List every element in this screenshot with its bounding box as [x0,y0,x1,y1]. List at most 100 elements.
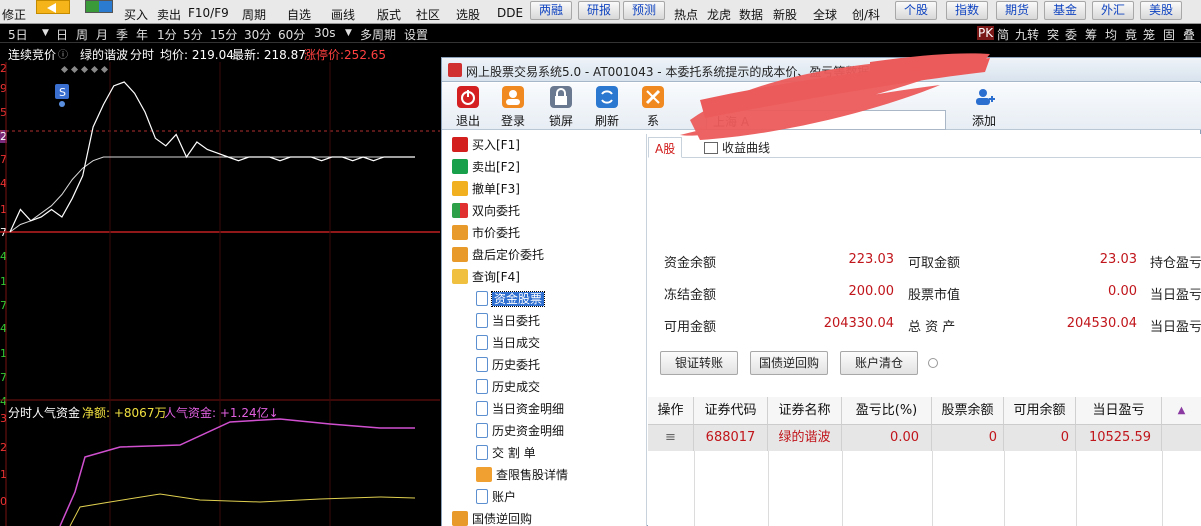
pill-fund[interactable]: 基金 [1044,1,1087,20]
add-button[interactable]: 添加 [966,86,1002,129]
tree-history-deals[interactable]: 历史成交 [476,378,540,396]
toolbar-layout[interactable]: 版式 [377,6,401,23]
pill-futures[interactable]: 期货 [996,1,1039,20]
system-button[interactable]: 系 [635,86,671,129]
period-30min[interactable]: 30分 [244,26,271,43]
tree-sell[interactable]: 卖出[F2] [452,158,520,176]
settings-gear-icon[interactable] [928,358,938,368]
right-tool-overlay[interactable]: 叠 [1183,26,1195,43]
tree-today-deals[interactable]: 当日成交 [476,334,540,352]
col-header-today-pnl[interactable]: 当日盈亏 [1076,397,1162,425]
toolbar-watchlist[interactable]: 自选 [287,6,311,23]
tree-funds-stocks[interactable]: 资金股票 [476,290,546,308]
period-30s[interactable]: 30s [314,26,336,40]
toolbar-community[interactable]: 社区 [416,6,440,23]
right-tool-break[interactable]: 突 [1047,26,1059,43]
tree-account[interactable]: 账户 [476,488,516,506]
toolbar-f10[interactable]: F10/F9 [188,6,229,20]
period-year[interactable]: 年 [136,26,148,43]
pill-forecast[interactable]: 预测 [623,1,666,20]
sell-icon [452,159,468,174]
fix-button[interactable]: 修正 [2,6,26,23]
period-month[interactable]: 月 [96,26,108,43]
pill-research[interactable]: 研报 [578,1,621,20]
tree-after-hours[interactable]: 盘后定价委托 [452,246,544,264]
period-30s-dropdown-icon[interactable]: ▼ [345,28,352,38]
col-header-pnl-pct[interactable]: 盈亏比(%) [842,397,932,425]
right-tool-avg[interactable]: 均 [1105,26,1117,43]
toolbar-hot[interactable]: 热点 [674,6,698,23]
pill-forex[interactable]: 外汇 [1092,1,1135,20]
row-menu-icon[interactable]: ≡ [648,425,694,451]
right-tool-simple[interactable]: 简 [997,26,1009,43]
trading-window[interactable]: 网上股票交易系统5.0 - AT001043 - 本委托系统提示的成本价、盈亏等… [441,57,1201,526]
tab-a-share[interactable]: A股 [648,137,683,158]
toolbar-dragon[interactable]: 龙虎 [707,6,731,23]
right-tool-pk[interactable]: PK [977,26,995,40]
col-header-avail-bal[interactable]: 可用余额 [1004,397,1076,425]
toolbar-buy[interactable]: 买入 [124,6,148,23]
login-button[interactable]: 登录 [495,86,531,129]
period-dropdown-icon[interactable]: ▼ [42,28,49,38]
tree-history-orders[interactable]: 历史委托 [476,356,540,374]
tree-today-orders[interactable]: 当日委托 [476,312,540,330]
back-arrow-icon[interactable] [36,0,70,14]
window-titlebar[interactable]: 网上股票交易系统5.0 - AT001043 - 本委托系统提示的成本价、盈亏等… [442,58,1201,82]
col-header-op[interactable]: 操作 [648,397,694,425]
period-quarter[interactable]: 季 [116,26,128,43]
period-15min[interactable]: 15分 [210,26,237,43]
layout-grid-icon[interactable] [85,0,113,13]
period-week[interactable]: 周 [76,26,88,43]
pill-us-stock[interactable]: 美股 [1140,1,1183,20]
period-1min[interactable]: 1分 [157,26,177,43]
tree-repo[interactable]: 国债逆回购 [452,510,532,526]
tree-settlement[interactable]: 交 割 单 [476,444,536,462]
right-tool-nine[interactable]: 九转 [1015,26,1039,43]
col-header-code[interactable]: 证券代码 [694,397,768,425]
col-header-name[interactable]: 证券名称 [768,397,842,425]
tree-today-fund-detail[interactable]: 当日资金明细 [476,400,564,418]
toolbar-sell[interactable]: 卖出 [157,6,181,23]
col-header-stock-bal[interactable]: 股票余额 [932,397,1004,425]
toolbar-screener[interactable]: 选股 [456,6,480,23]
exit-button[interactable]: 退出 [450,86,486,129]
right-tool-fixed[interactable]: 固 [1163,26,1175,43]
tab-profit-curve[interactable]: 收益曲线 [698,137,776,158]
period-multi[interactable]: 多周期 [360,26,396,43]
period-day[interactable]: 日 [56,26,68,43]
market-select[interactable]: 上海 A [706,110,946,130]
pill-index[interactable]: 指数 [946,1,989,20]
repo-button[interactable]: 国债逆回购 [750,351,828,375]
right-tool-auction[interactable]: 竟 [1125,26,1137,43]
sort-up-icon[interactable]: ▲ [1162,397,1201,425]
toolbar-star[interactable]: 创/科 [852,6,880,23]
tree-buy[interactable]: 买入[F1] [452,136,520,154]
info-icon[interactable]: ⓘ [58,46,68,61]
right-tool-order[interactable]: 委 [1065,26,1077,43]
right-tool-chip[interactable]: 筹 [1085,26,1097,43]
right-tool-cage[interactable]: 笼 [1143,26,1155,43]
intraday-chart[interactable]: S [0,62,440,526]
tree-query[interactable]: 查询[F4] [452,268,520,286]
clear-account-button[interactable]: 账户清仓 [840,351,918,375]
pill-stock[interactable]: 个股 [895,1,938,20]
period-5day[interactable]: 5日 [8,26,28,43]
period-60min[interactable]: 60分 [278,26,305,43]
pill-margin[interactable]: 两融 [530,1,573,20]
toolbar-global[interactable]: 全球 [813,6,837,23]
toolbar-period[interactable]: 周期 [242,6,266,23]
tree-market-order[interactable]: 市价委托 [452,224,520,242]
tree-history-fund-detail[interactable]: 历史资金明细 [476,422,564,440]
bank-transfer-button[interactable]: 银证转账 [660,351,738,375]
toolbar-ipo[interactable]: 新股 [773,6,797,23]
refresh-button[interactable]: 刷新 [589,86,625,129]
period-5min[interactable]: 5分 [183,26,203,43]
tree-cancel[interactable]: 撤单[F3] [452,180,520,198]
toolbar-draw[interactable]: 画线 [331,6,355,23]
toolbar-dde[interactable]: DDE [497,6,523,20]
toolbar-data[interactable]: 数据 [739,6,763,23]
tree-restricted-shares[interactable]: 查限售股详情 [476,466,568,484]
period-settings[interactable]: 设置 [404,26,428,43]
lock-screen-button[interactable]: 锁屏 [543,86,579,129]
tree-two-way[interactable]: 双向委托 [452,202,520,220]
